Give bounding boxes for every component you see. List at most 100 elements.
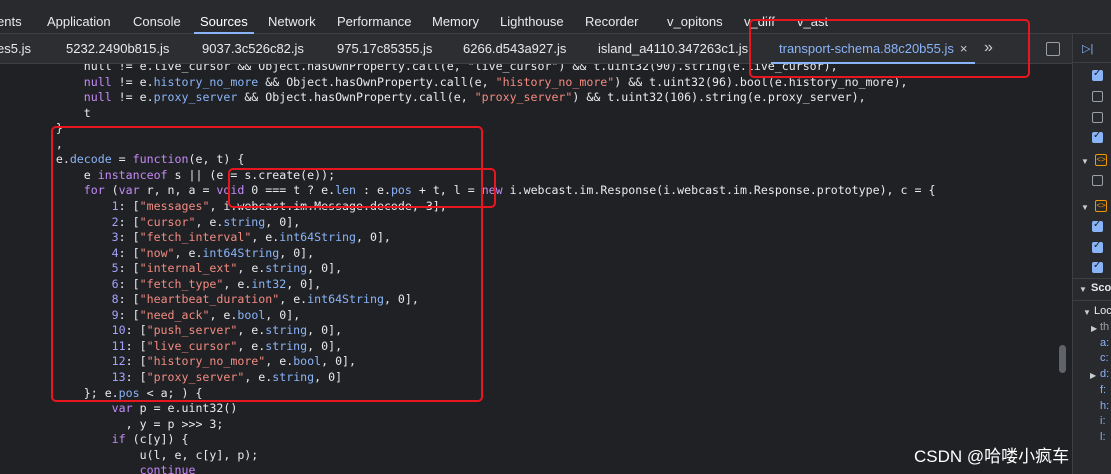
toggle-sidebar-icon[interactable] [1046, 42, 1060, 56]
code-line[interactable]: 3: ["fetch_interval", e.int64String, 0], [0, 229, 391, 245]
code-token: != e. [111, 90, 154, 105]
tab-recorder[interactable]: Recorder [585, 0, 638, 34]
code-token: "heartbeat_duration" [139, 292, 280, 307]
file-tab[interactable]: 9037.3c526c82.js [202, 34, 304, 64]
tab-v-diff[interactable]: v_diff [744, 0, 775, 34]
code-token: , e. [237, 323, 266, 338]
code-line[interactable]: 8: ["heartbeat_duration", e.int64String,… [0, 291, 419, 307]
breakpoint-checkbox[interactable] [1092, 175, 1103, 186]
code-line[interactable]: continue [0, 462, 196, 474]
scope-row[interactable]: i: [1100, 415, 1106, 427]
code-token: continue [0, 463, 196, 474]
tab-performance[interactable]: Performance [337, 0, 411, 34]
code-token: var [0, 401, 133, 416]
tab-elements[interactable]: ents [0, 0, 22, 34]
code-token: s || (e = s.create(e)); [167, 167, 336, 182]
code-line[interactable]: if (c[y]) { [0, 431, 189, 447]
breakpoint-checkbox[interactable] [1092, 130, 1103, 143]
code-line[interactable]: var p = e.uint32() [0, 400, 238, 416]
code-line[interactable]: 6: ["fetch_type", e.int32, 0], [0, 276, 321, 292]
scope-row[interactable]: c: [1100, 352, 1109, 364]
devtools-tab-bar: ents Application Console Sources Network… [0, 0, 1111, 34]
breakpoint-checkbox[interactable] [1092, 260, 1103, 273]
code-token: , 0] [314, 370, 343, 384]
scope-row[interactable]: h: [1100, 400, 1109, 412]
chevron-down-icon[interactable]: ▼ [1081, 157, 1089, 166]
tab-network[interactable]: Network [268, 0, 316, 34]
file-tab[interactable]: 975.17c85355.js [337, 34, 432, 64]
code-editor[interactable]: null != e.live_cursor && Object.hasOwnPr… [0, 64, 1072, 474]
chevron-down-icon[interactable]: ▼ [1083, 308, 1091, 317]
code-line[interactable]: e.decode = function(e, t) { [0, 151, 245, 167]
tab-console[interactable]: Console [133, 0, 181, 34]
tab-lighthouse[interactable]: Lighthouse [500, 0, 564, 34]
code-line[interactable]: u(l, e, c[y], p); [0, 447, 259, 463]
scope-row[interactable]: d: [1100, 368, 1109, 380]
chevron-down-icon[interactable]: ▼ [1079, 285, 1087, 294]
tab-application[interactable]: Application [47, 0, 111, 34]
file-tab[interactable]: es5.js [0, 34, 31, 64]
code-line[interactable]: 5: ["internal_ext", e.string, 0], [0, 260, 342, 276]
code-token: } [0, 121, 63, 136]
code-line[interactable]: 12: ["history_no_more", e.bool, 0], [0, 353, 356, 369]
close-icon[interactable]: × [960, 41, 968, 56]
code-line[interactable]: for (var r, n, a = void 0 === t ? e.len … [0, 182, 936, 198]
tab-sources[interactable]: Sources [194, 0, 254, 34]
code-line[interactable]: 4: ["now", e.int64String, 0], [0, 245, 314, 261]
code-line[interactable]: null != e.proxy_server && Object.hasOwnP… [0, 89, 866, 105]
chevron-right-icon[interactable]: ▶ [1091, 324, 1097, 333]
code-token: : [ [125, 354, 147, 369]
code-line[interactable]: , [0, 136, 63, 152]
breakpoint-checkbox[interactable] [1092, 112, 1103, 123]
code-token: , 0], [356, 230, 391, 245]
file-tab[interactable]: 6266.d543a927.js [463, 34, 566, 64]
code-line[interactable]: 10: ["push_server", e.string, 0], [0, 322, 342, 338]
tab-v-opitons[interactable]: v_opitons [667, 0, 723, 34]
file-tab-active[interactable]: transport-schema.88c20b55.js × [770, 34, 976, 64]
code-line[interactable]: null != e.live_cursor && Object.hasOwnPr… [0, 64, 838, 74]
scope-row[interactable]: f: [1100, 384, 1106, 396]
code-line[interactable]: } [0, 120, 63, 136]
code-line[interactable]: , y = p >>> 3; [0, 416, 224, 432]
code-line[interactable]: e instanceof s || (e = s.create(e)); [0, 167, 335, 183]
scope-row[interactable]: l: [1100, 431, 1106, 443]
scope-row[interactable]: a: [1100, 337, 1109, 349]
code-token: < a; ) { [139, 385, 203, 400]
breakpoint-checkbox[interactable] [1092, 240, 1103, 253]
code-token: != e. [111, 74, 154, 89]
code-token: 12 [0, 354, 126, 369]
code-line[interactable]: 13: ["proxy_server", e.string, 0] [0, 369, 342, 385]
code-line[interactable]: 11: ["live_cursor", e.string, 0], [0, 338, 342, 354]
code-token: : [ [118, 245, 140, 260]
breakpoint-checkbox[interactable] [1092, 91, 1103, 102]
code-token: 8 [0, 292, 119, 307]
tab-v-ast[interactable]: v_ast [797, 0, 828, 34]
code-token: null != e.live_cursor && Object.hasOwnPr… [0, 64, 838, 73]
breakpoint-checkbox[interactable] [1092, 68, 1103, 81]
code-line[interactable]: t [0, 105, 91, 121]
code-token: , [0, 136, 63, 151]
editor-scrollbar[interactable] [1059, 345, 1066, 373]
code-line[interactable]: 9: ["need_ack", e.bool, 0], [0, 307, 301, 323]
code-token: void [216, 183, 245, 198]
more-tabs-icon[interactable]: » [984, 34, 993, 62]
resume-icon[interactable]: ▷| [1082, 42, 1093, 55]
code-line[interactable]: null != e.history_no_more && Object.hasO… [0, 74, 908, 90]
code-token: string [265, 338, 308, 353]
code-line[interactable]: 2: ["cursor", e.string, 0], [0, 214, 301, 230]
chevron-down-icon[interactable]: ▼ [1081, 203, 1089, 212]
file-tab[interactable]: island_a4110.347263c1.js [598, 34, 748, 64]
code-line[interactable]: 1: ["messages", i.webcast.im.Message.dec… [0, 198, 447, 214]
code-token: "push_server" [146, 323, 238, 338]
code-token: , 0], [286, 276, 322, 291]
scope-row[interactable]: th [1100, 321, 1109, 333]
code-token: if [0, 432, 126, 447]
local-scope-label[interactable]: Loc [1094, 305, 1111, 317]
breakpoint-checkbox[interactable] [1092, 219, 1103, 232]
code-line[interactable]: }; e.pos < a; ) { [0, 385, 203, 401]
scope-section-label[interactable]: Sco [1091, 282, 1111, 294]
code-token: && Object.hasOwnProperty.call(e, [237, 90, 475, 105]
chevron-right-icon[interactable]: ▶ [1090, 371, 1096, 380]
tab-memory[interactable]: Memory [432, 0, 479, 34]
file-tab[interactable]: 5232.2490b815.js [66, 34, 169, 64]
